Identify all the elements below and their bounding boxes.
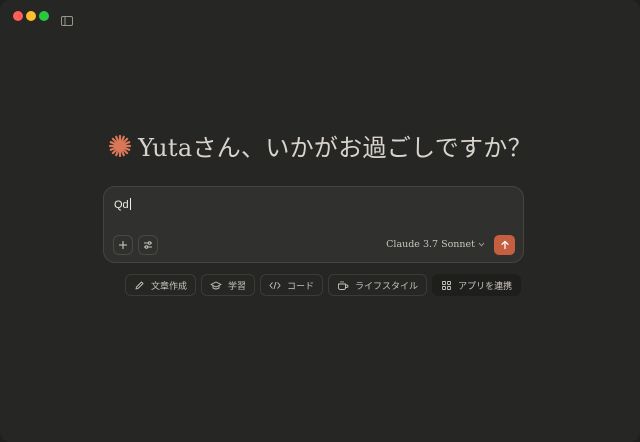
- message-composer[interactable]: Qd Claude 3.7 Sonnet: [103, 186, 524, 263]
- suggestion-learning[interactable]: 学習: [201, 274, 256, 296]
- plus-icon: [119, 241, 127, 249]
- sliders-icon: [144, 241, 152, 249]
- coffee-cup-icon: [338, 280, 349, 290]
- suggestion-chips: 文章作成 学習 コード ライフスタイル アプリを連携: [125, 274, 522, 296]
- chevron-down-icon: [478, 242, 485, 247]
- suggestion-writing[interactable]: 文章作成: [125, 274, 197, 296]
- suggestion-connect-apps[interactable]: アプリを連携: [432, 274, 522, 296]
- add-attachment-button[interactable]: [113, 235, 133, 255]
- title-bar: [0, 0, 640, 32]
- greeting-text: Yutaさん、いかがお過ごしですか？: [138, 134, 532, 162]
- suggestion-code[interactable]: コード: [260, 274, 324, 296]
- greeting: Yutaさん、いかがお過ごしですか？: [0, 128, 640, 163]
- suggestion-lifestyle[interactable]: ライフスタイル: [328, 274, 428, 296]
- sidebar-icon[interactable]: [61, 11, 73, 26]
- message-input[interactable]: Qd: [114, 198, 131, 211]
- arrow-up-icon: [500, 240, 509, 250]
- send-button[interactable]: [494, 235, 515, 255]
- message-input-value: Qd: [114, 199, 129, 211]
- suggestion-label: 学習: [228, 281, 247, 292]
- model-label: Claude 3.7 Sonnet: [386, 239, 475, 250]
- suggestion-label: 文章作成: [151, 281, 188, 292]
- suggestion-label: コード: [287, 281, 315, 292]
- claude-spark-icon: [108, 134, 132, 158]
- graduation-cap-icon: [210, 281, 222, 289]
- suggestion-label: ライフスタイル: [355, 281, 419, 292]
- close-window-button[interactable]: [13, 11, 23, 21]
- text-caret: [129, 198, 131, 210]
- zoom-window-button[interactable]: [39, 11, 49, 21]
- minimize-window-button[interactable]: [26, 11, 36, 21]
- pencil-icon: [135, 281, 144, 289]
- tools-settings-button[interactable]: [138, 235, 158, 255]
- grid-icon: [442, 280, 452, 290]
- app-window: Yutaさん、いかがお過ごしですか？ Qd Claude 3.7 Sonnet: [0, 0, 640, 442]
- model-selector[interactable]: Claude 3.7 Sonnet: [386, 239, 485, 250]
- suggestion-label: アプリを連携: [458, 281, 513, 292]
- code-icon: [269, 281, 281, 289]
